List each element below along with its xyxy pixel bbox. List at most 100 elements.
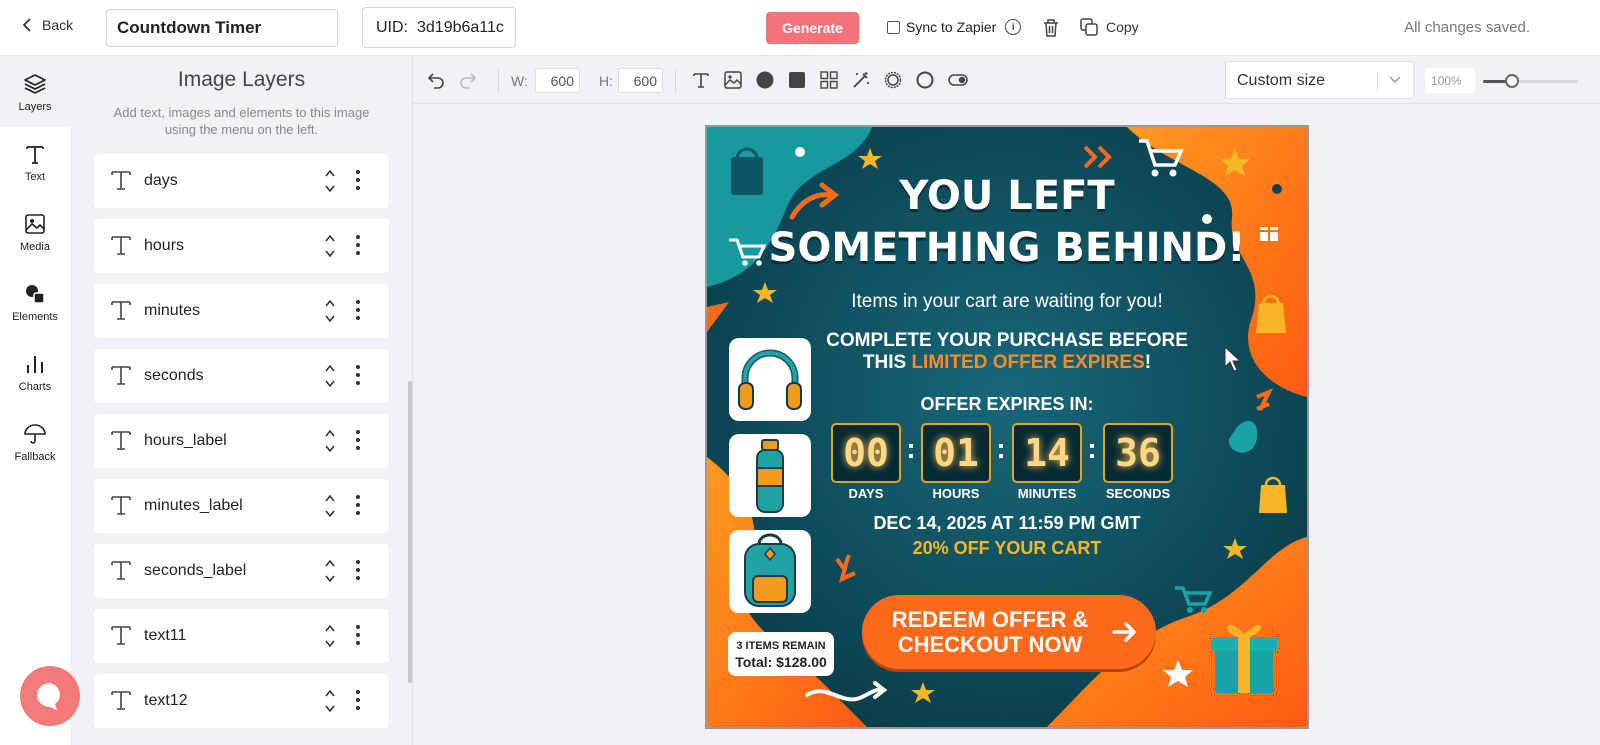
product-card-backpack [729, 530, 811, 613]
zoom-value[interactable]: 100% [1425, 68, 1475, 93]
redeem-offer-label: REDEEM OFFER & CHECKOUT NOW [862, 607, 1118, 657]
text-layer-icon [111, 366, 131, 385]
layer-row[interactable]: seconds_label [94, 544, 388, 598]
rail-label-charts: Charts [18, 380, 52, 393]
more-options-icon[interactable] [356, 689, 360, 711]
countdown-hours: 01 [921, 423, 991, 483]
text-layer-icon [111, 301, 131, 320]
more-options-icon[interactable] [356, 429, 360, 451]
text-layer-icon [111, 691, 131, 710]
cta-line-2: CHECKOUT NOW [897, 632, 1083, 657]
sync-zapier-toggle[interactable]: Sync to Zapier i [887, 19, 1022, 35]
more-options-icon[interactable] [356, 494, 360, 516]
reorder-icon[interactable] [324, 492, 336, 520]
toolbar-separator [498, 69, 499, 93]
layer-name: hours [144, 237, 185, 254]
layer-row[interactable]: minutes [94, 284, 388, 338]
reorder-icon[interactable] [324, 622, 336, 650]
layer-name: text12 [144, 692, 188, 709]
rail-item-text[interactable]: Text [0, 127, 70, 197]
reorder-icon[interactable] [324, 167, 336, 195]
grid-tool-icon[interactable] [820, 71, 838, 89]
size-select-value: Custom size [1237, 72, 1326, 89]
ring-tool-icon[interactable] [884, 71, 902, 89]
image-tool-icon[interactable] [724, 71, 742, 89]
reorder-icon[interactable] [324, 557, 336, 585]
toolbar-separator [675, 69, 676, 93]
layer-row[interactable]: text12 [94, 674, 388, 728]
reorder-icon[interactable] [324, 427, 336, 455]
square-tool-icon[interactable] [788, 71, 806, 89]
reorder-icon[interactable] [324, 232, 336, 260]
copy-button[interactable]: Copy [1080, 18, 1139, 36]
umbrella-icon [24, 423, 46, 444]
more-options-icon[interactable] [356, 169, 360, 191]
cart-total-text: Total: $128.00 [735, 654, 827, 670]
more-options-icon[interactable] [356, 299, 360, 321]
arrow-right-icon [1112, 622, 1136, 642]
rail-item-fallback[interactable]: Fallback [0, 407, 70, 477]
template-name-input[interactable] [106, 9, 338, 47]
reorder-icon[interactable] [324, 362, 336, 390]
height-input[interactable]: 600 [618, 68, 663, 93]
exclaim: ! [1144, 352, 1152, 373]
rail-item-elements[interactable]: Elements [0, 267, 70, 337]
panel-subtitle: Add text, images and elements to this im… [113, 105, 370, 137]
uid-value: 3d19b6a11c [417, 18, 504, 36]
text-layer-icon [111, 496, 131, 515]
more-options-icon[interactable] [356, 234, 360, 256]
layers-scrollbar[interactable] [408, 381, 412, 683]
rail-item-charts[interactable]: Charts [0, 337, 70, 407]
save-status: All changes saved. [1404, 19, 1530, 36]
generate-button[interactable]: Generate [766, 12, 859, 44]
redeem-offer-button[interactable]: REDEEM OFFER & CHECKOUT NOW [862, 595, 1156, 669]
rail-item-media[interactable]: Media [0, 197, 70, 267]
layer-row[interactable]: text11 [94, 609, 388, 663]
width-input[interactable]: 600 [535, 68, 580, 93]
rail-item-layers[interactable]: Layers [0, 57, 70, 127]
more-options-icon[interactable] [356, 559, 360, 581]
zoom-slider-handle[interactable] [1504, 74, 1519, 88]
bar-chart-icon [27, 355, 43, 373]
layer-row[interactable]: minutes_label [94, 479, 388, 533]
text-tool-icon[interactable] [692, 71, 710, 89]
copy-icon [1080, 18, 1098, 36]
headphones-icon [738, 349, 802, 410]
layer-row[interactable]: seconds [94, 349, 388, 403]
this-prefix: THIS [862, 352, 907, 373]
cart-waiting-text: Items in your cart are waiting for you! [851, 291, 1163, 312]
magic-wand-icon[interactable] [852, 71, 870, 89]
redo-icon[interactable] [459, 71, 477, 89]
panel-title: Image Layers [177, 68, 306, 91]
rail-label-text: Text [24, 170, 46, 183]
reorder-icon[interactable] [324, 687, 336, 715]
more-options-icon[interactable] [356, 624, 360, 646]
trash-icon[interactable] [1042, 18, 1060, 38]
reorder-icon[interactable] [324, 297, 336, 325]
more-options-icon[interactable] [356, 364, 360, 386]
back-label: Back [42, 17, 74, 33]
circle-outline-icon[interactable] [916, 71, 934, 89]
chat-widget-button[interactable] [20, 666, 80, 726]
text-layer-icon [111, 431, 131, 450]
zoom-slider[interactable] [1483, 74, 1578, 88]
layer-row[interactable]: hours_label [94, 414, 388, 468]
layer-row[interactable]: days [94, 154, 388, 208]
width-label: W: [511, 73, 528, 89]
toggle-tool-icon[interactable] [948, 73, 968, 87]
size-select[interactable]: Custom size [1225, 61, 1414, 99]
uid-field[interactable]: UID: 3d19b6a11c [362, 7, 516, 48]
rail-label-elements: Elements [12, 310, 58, 323]
artboard[interactable]: YOU LEFT SOMETHING BEHIND! Items in your… [705, 125, 1309, 729]
layer-name: text11 [144, 627, 187, 644]
layer-name: hours_label [144, 432, 227, 449]
layer-row[interactable]: hours [94, 219, 388, 273]
info-icon[interactable]: i [1005, 19, 1022, 35]
layer-name: seconds [144, 367, 204, 384]
seconds-label: SECONDS [1105, 486, 1171, 501]
undo-icon[interactable] [427, 71, 445, 89]
circle-tool-icon[interactable] [756, 71, 774, 89]
sync-checkbox[interactable] [887, 20, 900, 34]
tool-rail: Layers Text Media Elements Charts Fallba… [0, 57, 70, 745]
back-button[interactable]: Back [22, 17, 73, 33]
